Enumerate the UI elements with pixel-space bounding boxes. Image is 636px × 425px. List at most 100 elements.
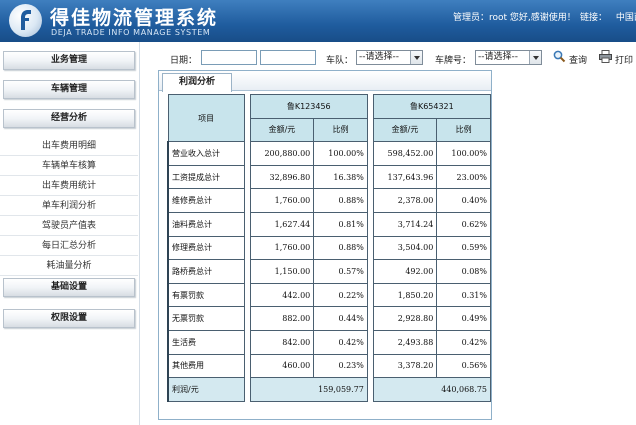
links-label: 链接： bbox=[580, 13, 608, 23]
tab-strip: 利润分析 bbox=[159, 71, 491, 92]
ratio-cell: 0.56% bbox=[436, 353, 491, 379]
table-row: 维修费总计 1,760.00 0.88% 2,378.00 0.40% bbox=[166, 188, 491, 213]
profit-panel: 利润分析 项目 鲁K123456 鲁K654321 金额/元 比例 金额/元 比… bbox=[158, 70, 492, 420]
row-item-label: 修理费总计 bbox=[166, 235, 245, 261]
row-item-label: 无票罚款 bbox=[166, 306, 245, 331]
print-button-label: 打印 bbox=[615, 56, 634, 66]
link-home[interactable]: 中国西 bbox=[616, 13, 636, 23]
table-row: 无票罚款 882.00 0.44% 2,928.80 0.49% bbox=[166, 306, 491, 331]
amount-cell: 1,627.44 bbox=[249, 211, 315, 237]
vehicle-header-2: 鲁K654321 bbox=[372, 94, 492, 119]
sidebar-item-daily-summary[interactable]: 每日汇总分析 bbox=[0, 236, 138, 256]
team-select[interactable]: --请选择-- bbox=[356, 50, 423, 65]
amount-cell: 2,378.00 bbox=[372, 188, 438, 213]
date-from-input[interactable] bbox=[201, 50, 257, 65]
ratio-cell: 0.42% bbox=[436, 329, 491, 355]
row-item-label: 路桥费总计 bbox=[166, 259, 245, 284]
amount-cell: 1,760.00 bbox=[249, 188, 315, 213]
table-row: 营业收入总计 200,880.00 100.00% 598,452.00 100.00% bbox=[166, 141, 491, 166]
table-total-row: 利润/元 159,059.77 440,068.75 bbox=[166, 377, 492, 402]
ratio-cell: 100.00% bbox=[436, 141, 491, 166]
ratio-cell: 0.81% bbox=[313, 211, 368, 237]
sidebar-item-driver-output[interactable]: 驾驶员产值表 bbox=[0, 216, 138, 236]
search-bar: 日期： 车队： --请选择-- 车牌号： --请选择-- 查询 打印 bbox=[140, 46, 636, 68]
amount-cell: 1,150.00 bbox=[249, 259, 315, 284]
ratio-cell: 0.08% bbox=[436, 259, 491, 284]
sidebar: 业务管理 车辆管理 经营分析 出车费用明细 车辆单车核算 出车费用统计 单车利润… bbox=[0, 42, 140, 425]
table-header-row: 项目 鲁K123456 鲁K654321 bbox=[167, 93, 492, 143]
search-button-label: 查询 bbox=[569, 56, 588, 66]
menu-business[interactable]: 业务管理 bbox=[3, 51, 135, 70]
amount-cell: 3,504.00 bbox=[372, 235, 438, 261]
amount-cell: 442.00 bbox=[249, 282, 315, 308]
ratio-cell: 0.59% bbox=[436, 235, 491, 261]
sidebar-item-vehicle-accounting[interactable]: 车辆单车核算 bbox=[0, 156, 138, 176]
table-row: 有票罚款 442.00 0.22% 1,850.20 0.31% bbox=[166, 282, 491, 308]
menu-vehicles[interactable]: 车辆管理 bbox=[3, 80, 135, 99]
chevron-down-icon bbox=[410, 51, 422, 64]
plate-select[interactable]: --请选择-- bbox=[475, 50, 542, 65]
table-row: 工资提成总计 32,896.80 16.38% 137,643.96 23.00% bbox=[166, 164, 491, 190]
amount-cell: 842.00 bbox=[249, 329, 315, 355]
sidebar-item-trip-cost-detail[interactable]: 出车费用明细 bbox=[0, 136, 138, 156]
ratio-cell: 0.49% bbox=[436, 306, 491, 331]
ratio-cell: 23.00% bbox=[436, 164, 491, 190]
ratio-cell: 0.42% bbox=[313, 329, 368, 355]
sidebar-item-vehicle-profit[interactable]: 单车利润分析 bbox=[0, 196, 138, 216]
amount-cell: 3,378.20 bbox=[372, 353, 438, 379]
column-header-ratio: 比例 bbox=[313, 117, 368, 143]
printer-icon bbox=[599, 50, 612, 63]
logo bbox=[9, 4, 42, 37]
ratio-cell: 0.22% bbox=[313, 282, 368, 308]
row-item-label: 生活费 bbox=[166, 329, 245, 355]
row-item-label: 营业收入总计 bbox=[166, 141, 245, 166]
column-header-ratio: 比例 bbox=[436, 117, 491, 143]
ratio-cell: 0.31% bbox=[436, 282, 491, 308]
search-icon bbox=[553, 50, 566, 63]
column-header-item: 项目 bbox=[167, 93, 245, 143]
row-item-label: 油料费总计 bbox=[166, 211, 245, 237]
total-value-2: 440,068.75 bbox=[372, 377, 492, 402]
plate-select-value: --请选择-- bbox=[478, 52, 518, 62]
ratio-cell: 0.88% bbox=[313, 188, 368, 213]
profit-table: 项目 鲁K123456 鲁K654321 金额/元 比例 金额/元 比例 营业收… bbox=[166, 93, 492, 402]
header-links: 链接： 中国西 bbox=[580, 10, 636, 23]
app-header: 得佳物流管理系统 DEJA TRADE INFO MANAGE SYSTEM 管… bbox=[0, 0, 636, 42]
user-greeting: 管理员：root 您好,感谢使用！ bbox=[453, 13, 576, 23]
amount-cell: 1,760.00 bbox=[249, 235, 315, 261]
amount-cell: 2,928.80 bbox=[372, 306, 438, 331]
ratio-cell: 0.62% bbox=[436, 211, 491, 237]
row-item-label: 工资提成总计 bbox=[166, 164, 245, 190]
total-value-1: 159,059.77 bbox=[249, 377, 368, 402]
menu-basic-settings[interactable]: 基础设置 bbox=[3, 278, 135, 297]
app-title: 得佳物流管理系统 bbox=[50, 7, 219, 29]
logo-icon bbox=[21, 10, 31, 30]
table-row: 其他费用 460.00 0.23% 3,378.20 0.56% bbox=[166, 353, 491, 379]
amount-cell: 2,493.88 bbox=[372, 329, 438, 355]
team-label: 车队： bbox=[326, 56, 354, 66]
column-header-amount: 金额/元 bbox=[249, 117, 315, 143]
ratio-cell: 0.88% bbox=[313, 235, 368, 261]
date-to-input[interactable] bbox=[260, 50, 316, 65]
amount-cell: 1,850.20 bbox=[372, 282, 438, 308]
ratio-cell: 0.40% bbox=[436, 188, 491, 213]
amount-cell: 882.00 bbox=[249, 306, 315, 331]
amount-cell: 598,452.00 bbox=[372, 141, 438, 166]
column-header-amount: 金额/元 bbox=[372, 117, 438, 143]
team-select-value: --请选择-- bbox=[359, 52, 399, 62]
vehicle-header-1: 鲁K123456 bbox=[249, 94, 368, 119]
table-row: 油料费总计 1,627.44 0.81% 3,714.24 0.62% bbox=[166, 211, 491, 237]
ratio-cell: 16.38% bbox=[313, 164, 368, 190]
sidebar-item-fuel-analysis[interactable]: 耗油量分析 bbox=[0, 256, 138, 276]
amount-cell: 200,880.00 bbox=[249, 141, 315, 166]
row-item-label: 维修费总计 bbox=[166, 188, 245, 213]
ratio-cell: 0.44% bbox=[313, 306, 368, 331]
sidebar-item-trip-cost-stats[interactable]: 出车费用统计 bbox=[0, 176, 138, 196]
menu-analysis[interactable]: 经营分析 bbox=[3, 109, 135, 128]
tab-profit-analysis[interactable]: 利润分析 bbox=[162, 73, 232, 92]
ratio-cell: 0.57% bbox=[313, 259, 368, 284]
table-row: 修理费总计 1,760.00 0.88% 3,504.00 0.59% bbox=[166, 235, 491, 261]
menu-permissions[interactable]: 权限设置 bbox=[3, 309, 135, 328]
ratio-cell: 0.23% bbox=[313, 353, 368, 379]
amount-cell: 3,714.24 bbox=[372, 211, 438, 237]
